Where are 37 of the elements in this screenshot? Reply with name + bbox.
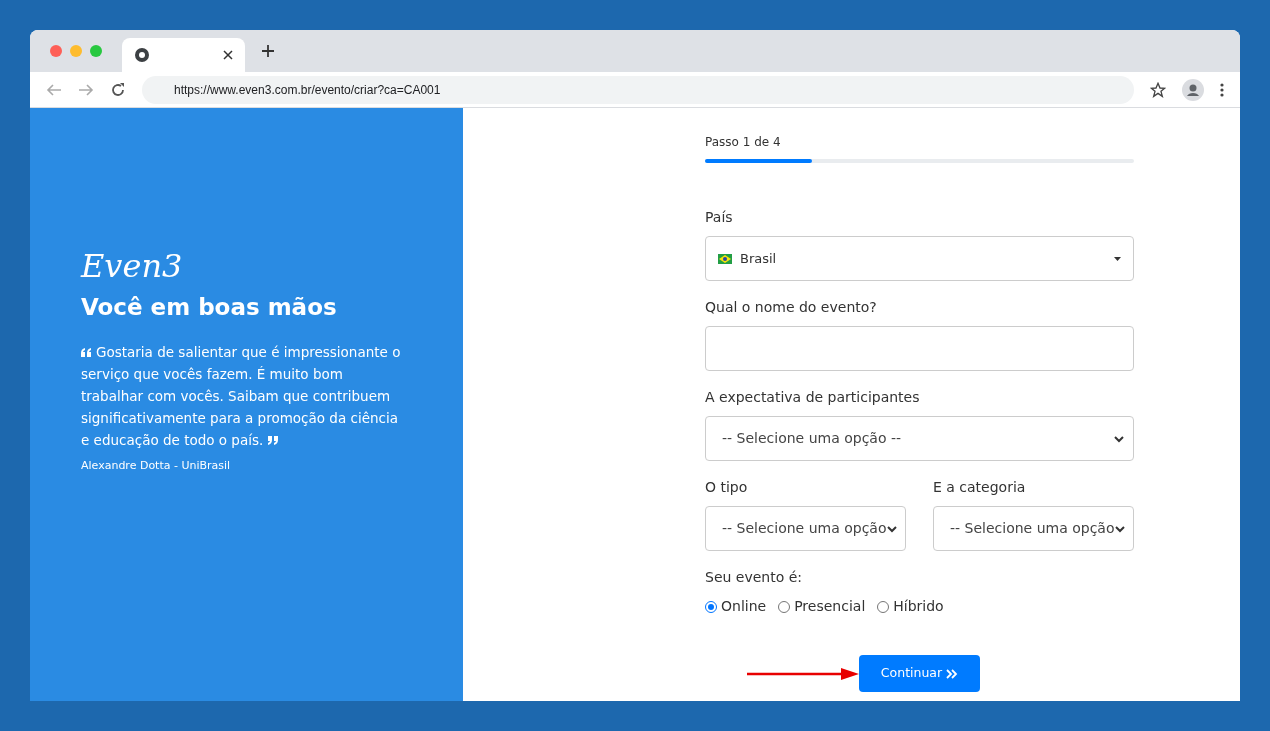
field-label: O tipo: [705, 478, 749, 497]
close-window-icon[interactable]: [50, 45, 62, 57]
country-value: Brasil: [740, 249, 777, 268]
back-arrow-icon[interactable]: [46, 81, 62, 98]
select-field[interactable]: -- Selecione uma opção --: [705, 416, 1134, 461]
flag-icon: [718, 253, 732, 264]
field-label: E a categoria: [933, 478, 1027, 497]
testimonial-quote: Gostaria de salientar que é impressionante o serviço que vocês fazem. É muito bom trabalhar com vocês. Saibam que contribuem significativamente para a promoção da ciência e educação de todo o país.: [81, 342, 401, 450]
select-field[interactable]: -- Selecione uma opção: [705, 506, 906, 551]
double-chevron-icon: [946, 668, 959, 679]
select-field[interactable]: -- Selecione uma opção: [933, 506, 1134, 551]
event-name-input[interactable]: [705, 326, 1134, 371]
open-quote-icon: [81, 347, 92, 357]
profile-icon[interactable]: [1182, 78, 1204, 101]
star-icon[interactable]: [1150, 81, 1166, 98]
logo: Even3: [81, 250, 184, 282]
menu-icon[interactable]: [1220, 82, 1224, 97]
field-label: País: [705, 208, 734, 227]
continue-button[interactable]: Continuar: [859, 655, 980, 692]
step-label: Passo 1 de 4: [705, 134, 782, 151]
browser-tab[interactable]: [122, 38, 245, 72]
field-label: Qual o nome do evento?: [705, 298, 878, 317]
close-icon[interactable]: [223, 50, 233, 60]
radio-option[interactable]: Híbrido: [877, 596, 944, 617]
radio-option[interactable]: Online: [705, 596, 767, 617]
side-heading: Você em boas mãos: [81, 293, 338, 322]
field-label: A expectativa de participantes: [705, 388, 921, 407]
address-bar[interactable]: https://www.even3.com.br/evento/criar?ca=CA001: [142, 75, 1134, 104]
caret-icon: [1114, 256, 1121, 261]
quote-author: Alexandre Dotta - UniBrasil: [81, 457, 232, 474]
field-label: Seu evento é:: [705, 568, 804, 587]
country-select[interactable]: Brasil: [705, 236, 1134, 281]
forward-arrow-icon[interactable]: [78, 81, 94, 98]
plus-icon[interactable]: [261, 44, 275, 58]
close-quote-icon: [267, 435, 279, 445]
reload-icon[interactable]: [110, 81, 126, 98]
radio-option[interactable]: Presencial: [778, 596, 866, 617]
